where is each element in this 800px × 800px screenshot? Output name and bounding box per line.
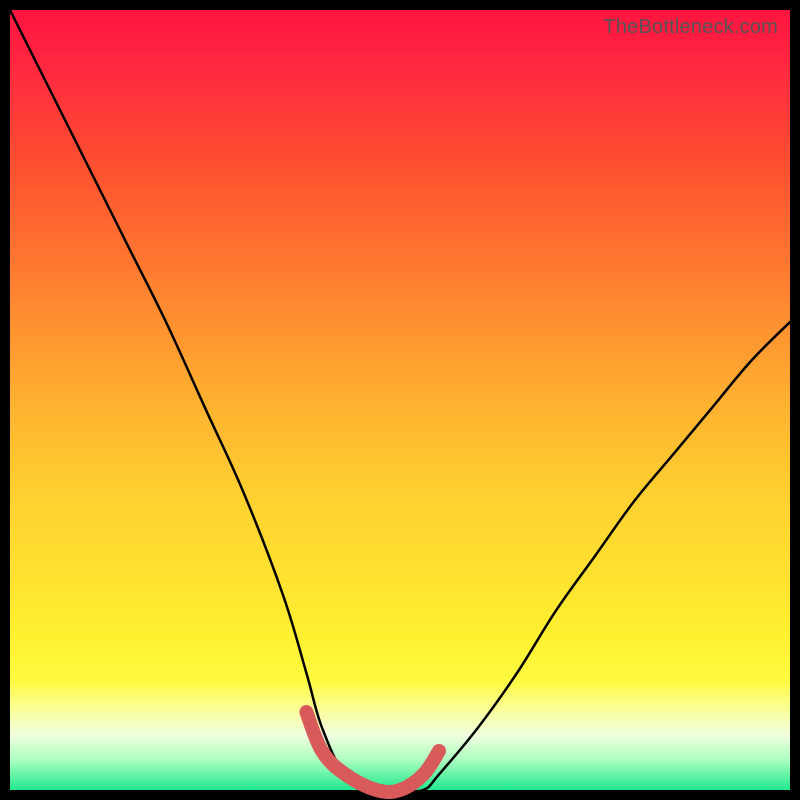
- watermark-text: TheBottleneck.com: [603, 16, 778, 39]
- chart-svg: [10, 10, 790, 790]
- sweet-spot-band: [306, 712, 439, 792]
- chart-frame: TheBottleneck.com: [10, 10, 790, 790]
- bottleneck-curve: [10, 10, 790, 791]
